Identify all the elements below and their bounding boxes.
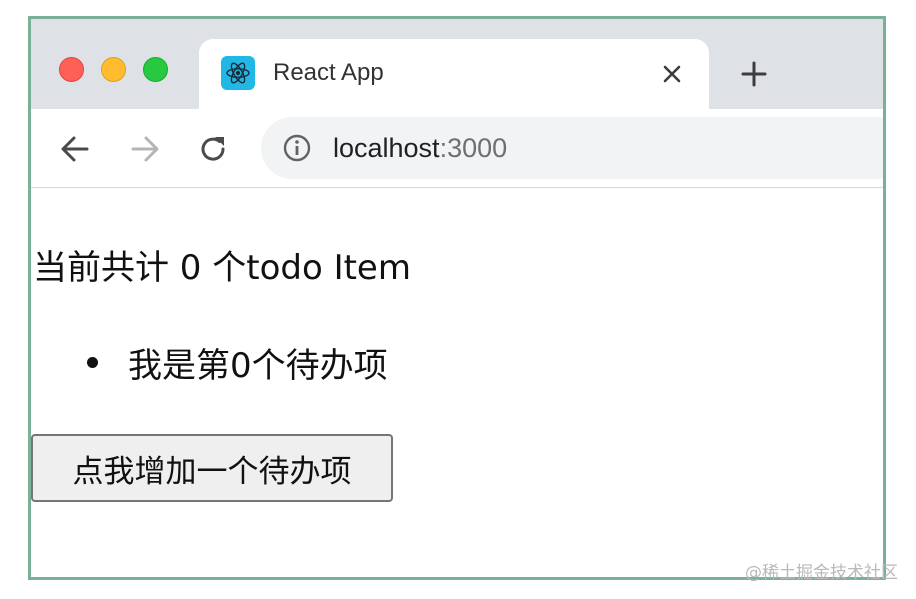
tab-title: React App	[273, 59, 384, 86]
arrow-right-icon[interactable]	[127, 131, 163, 167]
todo-list: 我是第0个待办项	[87, 338, 388, 387]
tab-react-app[interactable]: React App	[199, 39, 709, 111]
add-todo-button[interactable]: 点我增加一个待办项	[31, 434, 393, 502]
bullet-icon	[87, 357, 98, 368]
browser-window: React App localhost:3000 当前共计 0 个todo It…	[28, 16, 886, 580]
tab-strip: React App	[31, 19, 883, 111]
reload-icon[interactable]	[195, 131, 231, 167]
browser-toolbar: localhost:3000	[31, 109, 883, 188]
window-maximize-button[interactable]	[143, 57, 168, 82]
todo-count-text: 当前共计 0 个todo Item	[33, 248, 411, 288]
window-minimize-button[interactable]	[101, 57, 126, 82]
info-icon[interactable]	[283, 134, 311, 162]
close-icon[interactable]	[657, 59, 687, 89]
page-content: 当前共计 0 个todo Item 我是第0个待办项 点我增加一个待办项	[31, 188, 883, 577]
arrow-left-icon[interactable]	[57, 131, 93, 167]
url-text[interactable]: localhost:3000	[333, 133, 507, 164]
react-logo-icon	[221, 56, 255, 90]
list-item: 我是第0个待办项	[87, 338, 388, 387]
url-host: localhost	[333, 133, 440, 163]
window-close-button[interactable]	[59, 57, 84, 82]
address-bar[interactable]: localhost:3000	[261, 117, 883, 179]
watermark: @稀土掘金技术社区	[745, 563, 898, 583]
url-port: :3000	[439, 133, 508, 163]
todo-item-text: 我是第0个待办项	[128, 346, 388, 386]
plus-icon[interactable]	[737, 57, 771, 91]
